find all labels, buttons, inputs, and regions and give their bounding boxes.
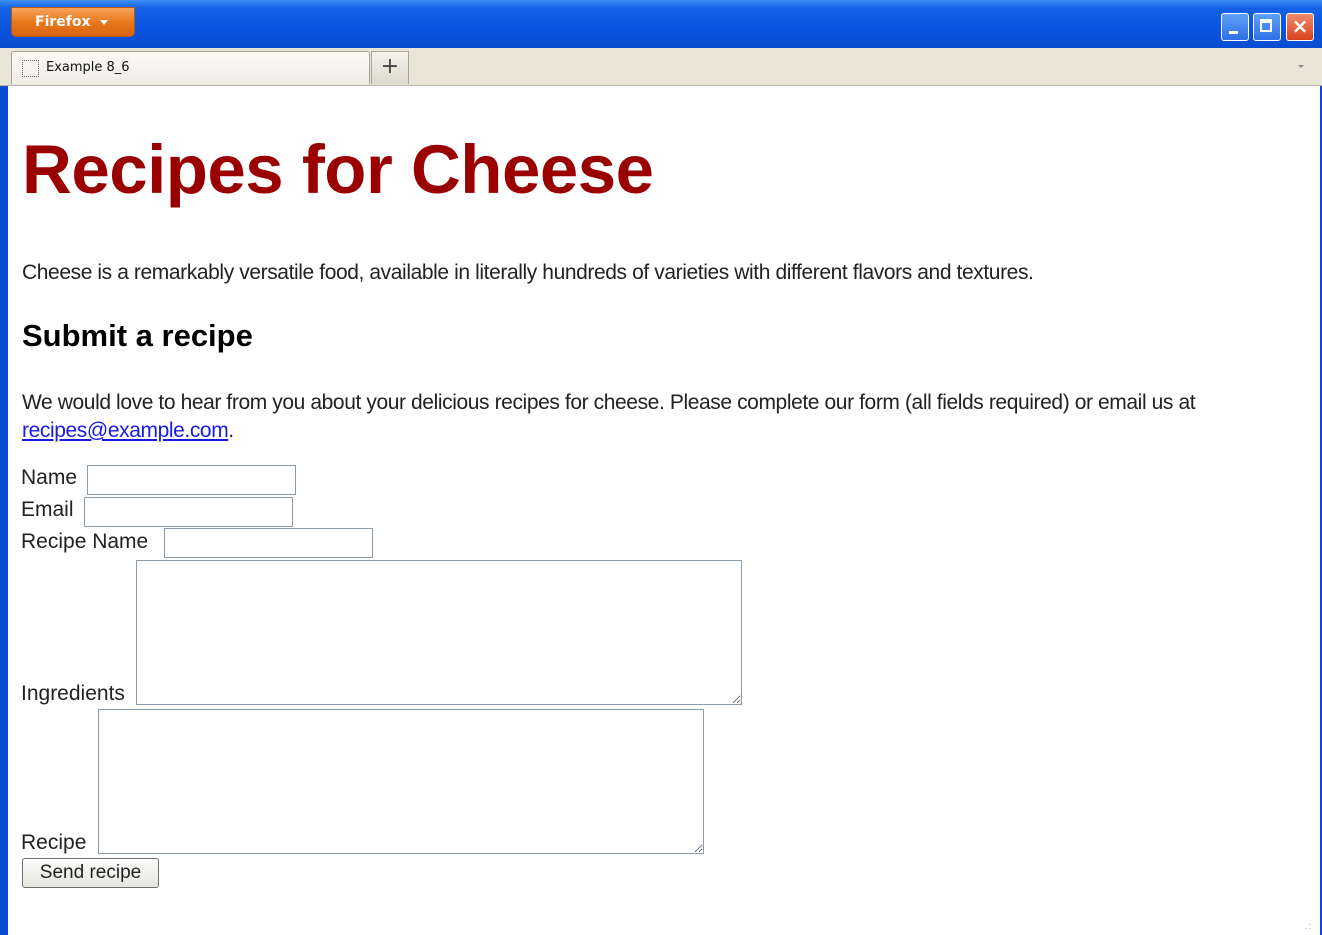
recipe-name-input[interactable] bbox=[164, 528, 373, 558]
firefox-menu-button[interactable]: Firefox bbox=[11, 7, 135, 37]
window-frame-left bbox=[0, 48, 8, 935]
page-icon bbox=[22, 60, 39, 77]
tab-example-8-6[interactable]: Example 8_6 bbox=[11, 51, 370, 84]
section-heading: Submit a recipe bbox=[22, 318, 253, 353]
tab-label: Example 8_6 bbox=[46, 60, 130, 75]
new-tab-button[interactable]: + bbox=[371, 51, 409, 84]
send-recipe-button[interactable]: Send recipe bbox=[22, 858, 159, 888]
email-link[interactable]: recipes@example.com bbox=[22, 419, 229, 442]
firefox-menu-label: Firefox bbox=[35, 14, 91, 30]
minimize-icon bbox=[1229, 31, 1238, 34]
email-input[interactable] bbox=[84, 497, 293, 527]
chevron-down-icon bbox=[100, 20, 108, 25]
recipe-textarea[interactable] bbox=[98, 709, 704, 854]
resize-grip-icon[interactable]: .: bbox=[1305, 922, 1312, 931]
ingredients-label: Ingredients bbox=[21, 682, 125, 705]
recipe-label: Recipe bbox=[21, 831, 87, 854]
maximize-icon bbox=[1260, 19, 1272, 32]
plus-icon: + bbox=[380, 54, 400, 79]
page-content: Recipes for Cheese Cheese is a remarkabl… bbox=[8, 86, 1320, 935]
name-input[interactable] bbox=[87, 465, 296, 495]
ingredients-textarea[interactable] bbox=[136, 560, 742, 705]
page-title: Recipes for Cheese bbox=[22, 131, 654, 208]
invitation-text: We would love to hear from you about you… bbox=[22, 391, 1196, 414]
tab-strip: Example 8_6 + bbox=[0, 48, 1322, 86]
browser-window: Firefox × Example 8_6 + Recipes for Chee… bbox=[0, 0, 1322, 935]
invitation-paragraph: We would love to hear from you about you… bbox=[22, 389, 1312, 445]
intro-paragraph: Cheese is a remarkably versatile food, a… bbox=[22, 261, 1034, 284]
email-label: Email bbox=[21, 498, 74, 521]
minimize-button[interactable] bbox=[1221, 13, 1249, 41]
name-label: Name bbox=[21, 466, 78, 489]
tab-list-dropdown-icon[interactable] bbox=[1298, 65, 1304, 68]
title-bar: Firefox × bbox=[0, 0, 1322, 48]
invitation-end: . bbox=[228, 419, 234, 442]
close-button[interactable]: × bbox=[1286, 13, 1314, 41]
recipe-name-label: Recipe Name bbox=[21, 530, 149, 553]
close-icon: × bbox=[1291, 14, 1309, 38]
maximize-button[interactable] bbox=[1253, 13, 1281, 41]
